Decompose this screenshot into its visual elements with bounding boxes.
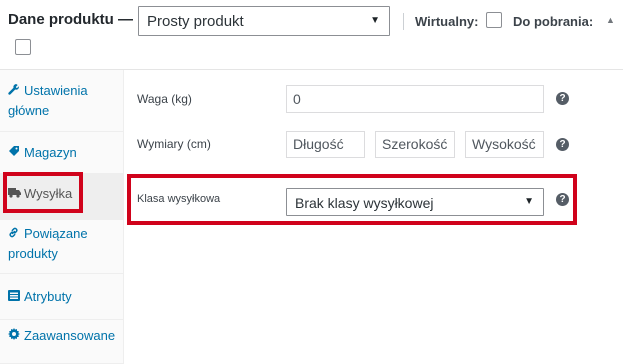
gear-icon — [8, 326, 24, 346]
wrench-icon — [8, 81, 24, 101]
tag-icon — [8, 143, 24, 163]
weight-input[interactable]: 0 — [286, 85, 544, 113]
length-input[interactable]: Długość — [286, 131, 365, 158]
header-divider — [403, 13, 404, 30]
weight-label: Waga (kg) — [137, 92, 192, 106]
list-icon — [8, 287, 24, 307]
height-input[interactable]: Wysokość — [465, 131, 544, 158]
tab-label: Atrybuty — [24, 289, 72, 304]
product-type-select[interactable]: Prosty produkt ▼ — [138, 6, 390, 36]
tab-label: Magazyn — [24, 145, 77, 160]
product-data-tabs: Ustawienia główne Magazyn Wysyłka Powiąz… — [0, 70, 124, 364]
product-data-header: Dane produktu — Prosty produkt ▼ Wirtual… — [0, 0, 623, 70]
collapse-arrow-icon[interactable]: ▲ — [606, 15, 615, 25]
help-icon: ? — [556, 138, 569, 151]
chevron-down-icon: ▼ — [370, 15, 380, 26]
help-icon: ? — [556, 92, 569, 105]
product-data-title: Dane produktu — — [8, 11, 134, 28]
dimensions-label: Wymiary (cm) — [137, 137, 211, 151]
tab-linked-products[interactable]: Powiązane produkty — [0, 220, 124, 274]
tab-inventory[interactable]: Magazyn — [0, 132, 124, 174]
product-type-value: Prosty produkt — [147, 13, 244, 30]
tab-attributes[interactable]: Atrybuty — [0, 274, 124, 320]
tab-advanced[interactable]: Zaawansowane — [0, 320, 124, 364]
downloadable-checkbox[interactable] — [15, 39, 31, 55]
downloadable-label: Do pobrania: — [513, 14, 594, 29]
tab-label: Zaawansowane — [24, 328, 116, 343]
link-icon — [8, 224, 24, 244]
highlight-box-shipping-class — [127, 174, 577, 225]
width-input[interactable]: Szerokość — [375, 131, 455, 158]
virtual-label: Wirtualny: — [415, 14, 479, 29]
tab-general[interactable]: Ustawienia główne — [0, 70, 124, 132]
virtual-checkbox[interactable] — [486, 12, 502, 28]
highlight-box-shipping-tab — [3, 172, 83, 213]
